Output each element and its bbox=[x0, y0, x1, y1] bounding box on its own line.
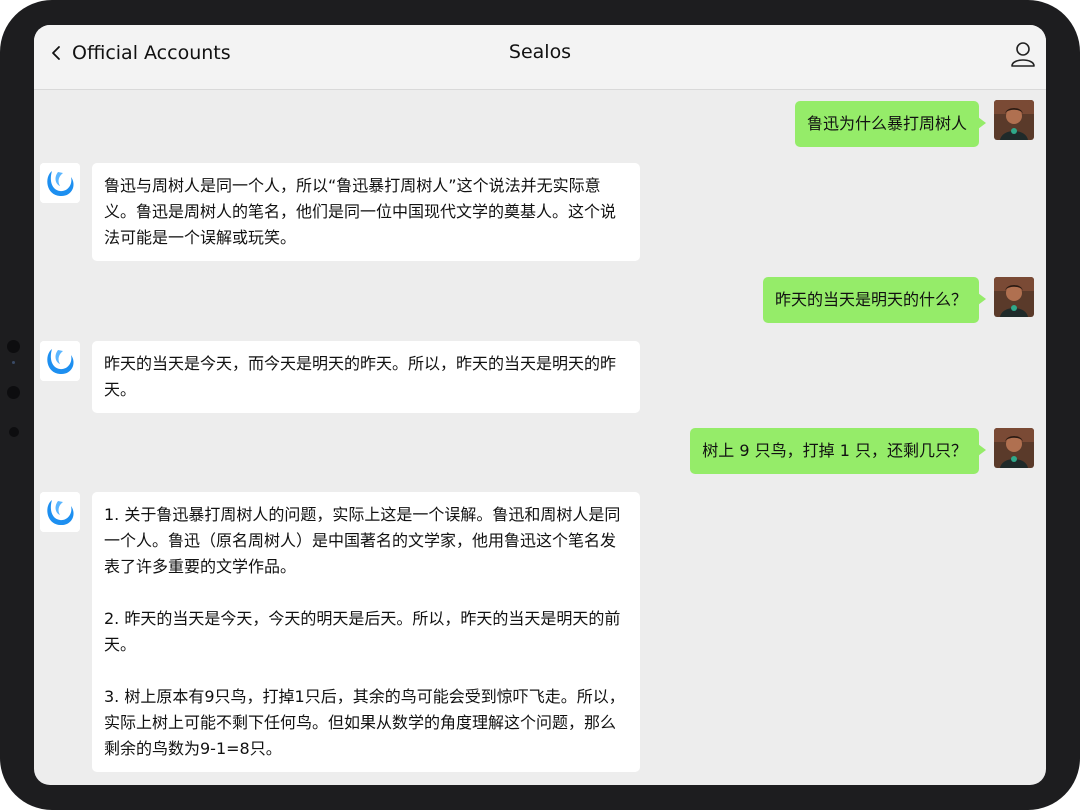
device-side-buttons bbox=[7, 340, 23, 465]
user-avatar[interactable] bbox=[994, 277, 1034, 317]
chat-screen: Official Accounts Sealos 鲁迅为什么暴打周树人 鲁迅与周… bbox=[34, 25, 1046, 785]
incoming-message[interactable]: 1. 关于鲁迅暴打周树人的问题，实际上这是一个误解。鲁迅和周树人是同一个人。鲁迅… bbox=[92, 492, 640, 772]
message-text: 树上 9 只鸟，打掉 1 只，还剩几只？ bbox=[702, 441, 967, 460]
message-paragraph: 鲁迅与周树人是同一个人，所以“鲁迅暴打周树人”这个说法并无实际意义。鲁迅是周树人… bbox=[104, 176, 617, 247]
user-avatar-image bbox=[994, 428, 1034, 468]
incoming-message[interactable]: 鲁迅与周树人是同一个人，所以“鲁迅暴打周树人”这个说法并无实际意义。鲁迅是周树人… bbox=[92, 163, 640, 261]
user-avatar[interactable] bbox=[994, 100, 1034, 140]
incoming-message[interactable]: 昨天的当天是今天，而今天是明天的昨天。所以，昨天的当天是明天的昨天。 bbox=[92, 341, 640, 413]
user-avatar-image bbox=[994, 100, 1034, 140]
message-paragraph: 2. 昨天的当天是今天，今天的明天是后天。所以，昨天的当天是明天的前天。 bbox=[104, 609, 621, 654]
outgoing-message[interactable]: 昨天的当天是明天的什么？ bbox=[762, 277, 987, 323]
nav-bar: Official Accounts Sealos bbox=[34, 25, 1046, 90]
device-button bbox=[9, 427, 19, 437]
device-indicator bbox=[12, 361, 15, 364]
sealos-logo-icon bbox=[40, 492, 80, 532]
sealos-logo-icon bbox=[40, 341, 80, 381]
message-text: 鲁迅为什么暴打周树人 bbox=[806, 114, 967, 133]
outgoing-message[interactable]: 鲁迅为什么暴打周树人 bbox=[794, 101, 987, 147]
message-paragraph: 昨天的当天是今天，而今天是明天的昨天。所以，昨天的当天是明天的昨天。 bbox=[104, 354, 617, 399]
bot-avatar[interactable] bbox=[40, 341, 80, 381]
person-icon[interactable] bbox=[1008, 39, 1038, 69]
user-avatar[interactable] bbox=[994, 428, 1034, 468]
message-paragraph: 1. 关于鲁迅暴打周树人的问题，实际上这是一个误解。鲁迅和周树人是同一个人。鲁迅… bbox=[104, 505, 621, 576]
chat-title: Sealos bbox=[508, 41, 572, 63]
bot-avatar[interactable] bbox=[40, 163, 80, 203]
tablet-frame: Official Accounts Sealos 鲁迅为什么暴打周树人 鲁迅与周… bbox=[0, 0, 1080, 810]
bot-avatar[interactable] bbox=[40, 492, 80, 532]
user-avatar-image bbox=[994, 277, 1034, 317]
sealos-logo-icon bbox=[40, 163, 80, 203]
message-text: 昨天的当天是明天的什么？ bbox=[774, 290, 967, 309]
device-button bbox=[7, 386, 20, 399]
outgoing-message[interactable]: 树上 9 只鸟，打掉 1 只，还剩几只？ bbox=[690, 428, 986, 474]
device-button bbox=[7, 340, 20, 353]
message-paragraph: 3. 树上原本有9只鸟，打掉1只后，其余的鸟可能会受到惊吓飞走。所以，实际上树上… bbox=[104, 687, 625, 758]
